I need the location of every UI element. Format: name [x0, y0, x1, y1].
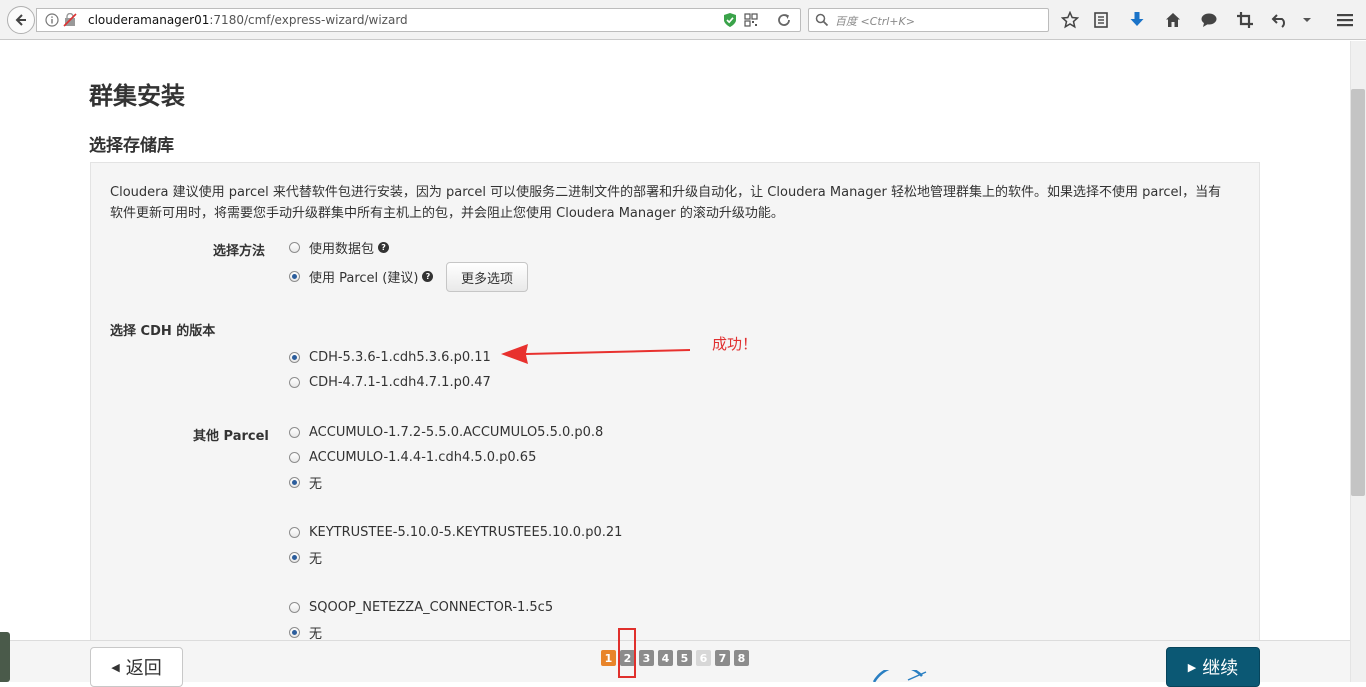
scrollbar-thumb[interactable] [1351, 89, 1365, 496]
step-indicator[interactable]: 1 [601, 650, 616, 666]
option-label: 无 [309, 476, 323, 492]
help-icon[interactable]: ? [422, 270, 434, 282]
side-widget-handle[interactable] [0, 632, 10, 682]
option-label: 使用 Parcel (建议) [309, 270, 419, 286]
menu-icon[interactable] [1335, 10, 1355, 30]
option-label: CDH-5.3.6-1.cdh5.3.6.p0.11 [309, 349, 491, 365]
screenshot-crop-icon[interactable] [1235, 10, 1255, 30]
success-annotation: 成功！ [712, 335, 758, 353]
step-indicator[interactable]: 6 [696, 650, 711, 666]
radio-button[interactable] [289, 451, 300, 463]
method-option-packages[interactable]: 使用数据包 ? [289, 238, 390, 257]
other-parcel-option[interactable]: ACCUMULO-1.4.4-1.cdh4.5.0.p0.65 [289, 448, 536, 466]
back-button[interactable]: ◀ 返回 [90, 647, 183, 687]
option-label: SQOOP_NETEZZA_CONNECTOR-1.5c5 [309, 599, 554, 615]
step-indicator[interactable]: 5 [677, 650, 692, 666]
option-label: 无 [309, 626, 323, 642]
continue-button[interactable]: ▶ 继续 [1166, 647, 1260, 687]
chevron-down-icon[interactable] [1297, 10, 1317, 30]
radio-button[interactable] [289, 241, 300, 253]
back-button-label: 返回 [125, 658, 162, 679]
back-arrow-icon [15, 14, 26, 26]
method-label: 选择方法 [213, 244, 266, 259]
option-label: CDH-4.7.1-1.cdh4.7.1.p0.47 [309, 374, 491, 390]
reload-icon[interactable] [776, 12, 792, 28]
other-parcel-option[interactable]: 无 [289, 623, 323, 642]
radio-button[interactable] [289, 526, 300, 538]
undo-icon[interactable] [1270, 10, 1290, 30]
cdh-option[interactable]: CDH-4.7.1-1.cdh4.7.1.p0.47 [289, 373, 491, 391]
url-text: clouderamanager01:7180/cmf/express-wizar… [88, 13, 408, 27]
option-label: 无 [309, 551, 323, 567]
continue-button-label: 继续 [1202, 658, 1239, 679]
annotation-arrow-icon [501, 344, 690, 364]
search-placeholder: 百度 <Ctrl+K> [835, 15, 915, 28]
other-parcel-option[interactable]: SQOOP_NETEZZA_CONNECTOR-1.5c5 [289, 598, 553, 616]
option-label: ACCUMULO-1.4.4-1.cdh4.5.0.p0.65 [309, 449, 537, 465]
radio-button[interactable] [289, 351, 300, 363]
other-parcel-label: 其他 Parcel [193, 429, 269, 444]
option-label: KEYTRUSTEE-5.10.0-5.KEYTRUSTEE5.10.0.p0.… [309, 524, 623, 540]
skip-forward-icon: ▶ [1187, 660, 1197, 674]
home-icon[interactable] [1163, 10, 1183, 30]
shield-check-icon[interactable] [723, 12, 737, 28]
cdh-version-label: 选择 CDH 的版本 [110, 324, 216, 339]
other-parcel-option[interactable]: 无 [289, 548, 323, 567]
browser-back-button[interactable] [7, 6, 35, 34]
reading-list-icon[interactable] [1091, 10, 1111, 30]
intro-text: Cloudera 建议使用 parcel 来代替软件包进行安装，因为 parce… [110, 185, 1222, 221]
radio-button[interactable] [289, 551, 300, 563]
option-label: ACCUMULO-1.7.2-5.5.0.ACCUMULO5.5.0.p0.8 [309, 424, 604, 440]
step-indicator[interactable]: 8 [734, 650, 749, 666]
radio-button[interactable] [289, 476, 300, 488]
other-parcel-option[interactable]: 无 [289, 473, 323, 492]
address-bar[interactable]: clouderamanager01:7180/cmf/express-wizar… [36, 8, 801, 32]
cloudera-logo-arc-icon [872, 670, 927, 682]
chat-icon[interactable] [1199, 10, 1219, 30]
step-indicator[interactable]: 7 [715, 650, 730, 666]
search-icon [815, 13, 829, 27]
skip-back-icon: ◀ [111, 660, 120, 674]
repository-panel [90, 162, 1260, 682]
radio-button[interactable] [289, 601, 300, 613]
page-title: 群集安装 [89, 82, 185, 110]
bookmark-star-icon[interactable] [1060, 10, 1080, 30]
url-host: clouderamanager01 [88, 13, 210, 27]
other-parcel-option[interactable]: ACCUMULO-1.7.2-5.5.0.ACCUMULO5.5.0.p0.8 [289, 423, 603, 441]
help-icon[interactable]: ? [378, 241, 390, 253]
step-indicator[interactable]: 3 [639, 650, 654, 666]
option-label: 使用数据包 [309, 241, 375, 257]
other-parcel-option[interactable]: KEYTRUSTEE-5.10.0-5.KEYTRUSTEE5.10.0.p0.… [289, 523, 622, 541]
cdh-option[interactable]: CDH-5.3.6-1.cdh5.3.6.p0.11 [289, 348, 491, 366]
step-indicator[interactable]: 4 [658, 650, 673, 666]
radio-button[interactable] [289, 626, 300, 638]
annotation-highlight-box [618, 628, 636, 678]
info-icon[interactable] [45, 13, 59, 27]
browser-toolbar: clouderamanager01:7180/cmf/express-wizar… [0, 0, 1366, 40]
search-bar[interactable]: 百度 <Ctrl+K> [808, 8, 1049, 32]
radio-button[interactable] [289, 270, 300, 282]
qr-code-icon[interactable] [744, 13, 758, 27]
section-title: 选择存储库 [89, 136, 174, 156]
radio-button[interactable] [289, 426, 300, 438]
url-path: :7180/cmf/express-wizard/wizard [209, 13, 408, 27]
more-options-button[interactable]: 更多选项 [446, 262, 528, 292]
insecure-connection-icon[interactable] [63, 13, 77, 27]
radio-button[interactable] [289, 376, 300, 388]
download-icon[interactable] [1127, 10, 1147, 30]
method-option-parcel[interactable]: 使用 Parcel (建议) ? [289, 267, 434, 286]
